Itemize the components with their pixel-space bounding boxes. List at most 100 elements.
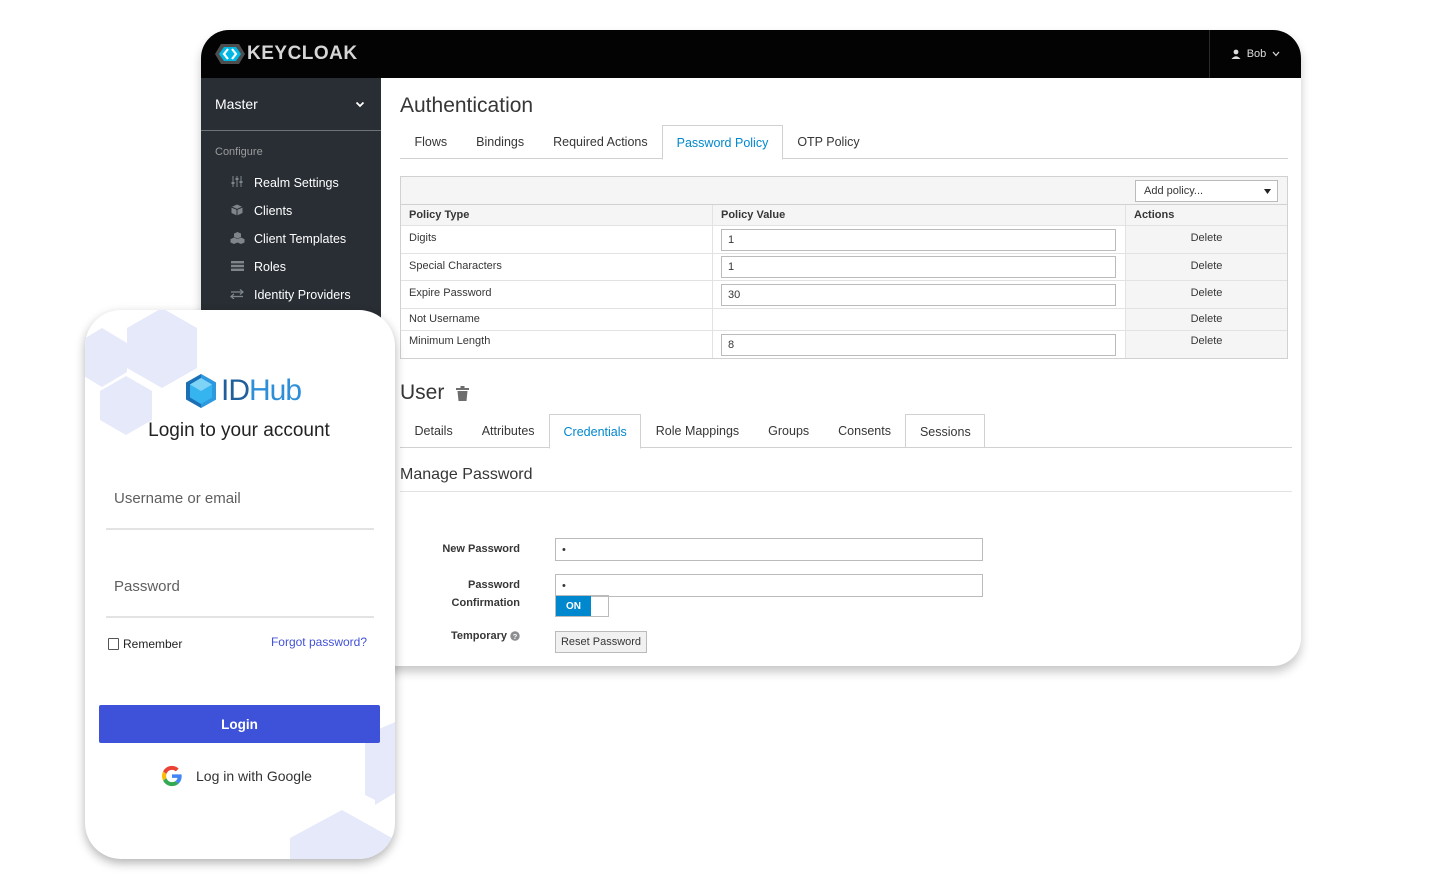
column-header-policy-type: Policy Type — [401, 205, 713, 225]
table-toolbar: Add policy... — [401, 177, 1287, 205]
tab-password-policy[interactable]: Password Policy — [662, 125, 783, 160]
table-row: Special Characters 1 Delete — [401, 254, 1287, 281]
caret-down-icon — [1264, 188, 1271, 194]
sidebar-item-label: Realm Settings — [254, 176, 339, 190]
idhub-wordmark-id: ID — [221, 374, 250, 407]
delete-button[interactable]: Delete — [1126, 281, 1287, 308]
toggle-on-label: ON — [556, 596, 591, 616]
cube-icon — [229, 204, 245, 219]
sidebar-item-roles[interactable]: Roles — [201, 253, 381, 281]
idhub-logo: IDHub — [184, 373, 302, 409]
login-heading: Login to your account — [148, 420, 330, 441]
tab-consents[interactable]: Consents — [824, 414, 906, 448]
tab-bindings[interactable]: Bindings — [462, 125, 539, 159]
sidebar-item-label: Clients — [254, 204, 293, 218]
sidebar-item-identity-providers[interactable]: Identity Providers — [201, 281, 381, 309]
svg-text:?: ? — [513, 632, 518, 641]
tab-attributes[interactable]: Attributes — [467, 414, 549, 448]
policy-type-cell: Special Characters — [401, 254, 713, 280]
column-header-actions: Actions — [1134, 209, 1175, 221]
exchange-icon — [229, 288, 245, 302]
remember-me[interactable]: Remember — [108, 637, 182, 651]
delete-button[interactable]: Delete — [1126, 254, 1287, 280]
policy-type-cell: Digits — [401, 226, 713, 253]
user-icon — [1231, 49, 1241, 59]
sidebar-item-clients[interactable]: Clients — [201, 197, 381, 225]
tab-flows[interactable]: Flows — [400, 125, 462, 159]
keycloak-logo[interactable]: KEYCLOAK — [215, 40, 358, 68]
temporary-label-group: Temporary ? — [400, 627, 520, 645]
table-row: Expire Password 30 Delete — [401, 281, 1287, 309]
reset-password-button[interactable]: Reset Password — [555, 631, 647, 653]
sliders-icon — [229, 176, 245, 190]
idhub-login-card: IDHub Login to your account Username or … — [85, 310, 395, 859]
policy-value-input[interactable]: 8 — [721, 333, 1116, 356]
trash-icon[interactable] — [456, 385, 470, 401]
user-header: User — [400, 381, 470, 405]
policy-value-cell: 1 — [713, 254, 1126, 280]
policy-value-input[interactable]: 30 — [721, 283, 1116, 306]
confirm-label-line-2: Confirmation — [451, 597, 520, 609]
username-input[interactable]: Username or email — [106, 490, 374, 530]
new-password-label: New Password — [442, 543, 520, 555]
tab-groups[interactable]: Groups — [754, 414, 824, 448]
password-input[interactable]: Password — [106, 578, 374, 618]
policy-value-input[interactable]: 1 — [721, 228, 1116, 251]
tab-required-actions[interactable]: Required Actions — [539, 125, 663, 159]
cubes-icon — [229, 231, 245, 247]
user-tabs: Details Attributes Credentials Role Mapp… — [400, 414, 1292, 449]
google-login-button[interactable]: Log in with Google — [161, 765, 312, 787]
idhub-wordmark-hub: Hub — [249, 374, 302, 407]
policy-value-cell: 1 — [713, 226, 1126, 253]
user-name: Bob — [1246, 48, 1267, 60]
sidebar-item-client-templates[interactable]: Client Templates — [201, 225, 381, 253]
tab-sessions[interactable]: Sessions — [905, 414, 986, 448]
keycloak-brand-text: KEYCLOAK — [247, 43, 358, 64]
new-password-field[interactable]: • — [555, 538, 983, 561]
delete-button[interactable]: Delete — [1126, 226, 1287, 253]
keycloak-logo-icon — [215, 44, 245, 64]
user-menu[interactable]: Bob — [1209, 30, 1301, 78]
table-row: Minimum Length 8 Delete — [401, 331, 1287, 358]
policy-type-cell: Not Username — [401, 309, 713, 330]
policy-value-input[interactable]: 1 — [721, 256, 1116, 278]
table-row: Digits 1 Delete — [401, 226, 1287, 254]
top-bar: KEYCLOAK Bob — [201, 30, 1301, 78]
idhub-wordmark: IDHub — [221, 374, 302, 408]
chevron-down-icon — [355, 101, 365, 107]
user-title: User — [400, 381, 445, 404]
temporary-label: Temporary — [450, 630, 507, 642]
table-row: Not Username Delete — [401, 309, 1287, 331]
policy-type-cell: Expire Password — [401, 281, 713, 308]
sidebar-item-realm-settings[interactable]: Realm Settings — [201, 169, 381, 197]
tab-role-mappings[interactable]: Role Mappings — [641, 414, 753, 448]
policy-value-cell — [713, 309, 1126, 330]
login-button[interactable]: Login — [99, 705, 380, 743]
tab-details[interactable]: Details — [400, 414, 467, 448]
policy-type-cell: Minimum Length — [401, 331, 713, 358]
idhub-hexagon-icon — [186, 374, 216, 408]
list-icon — [229, 260, 245, 274]
delete-button[interactable]: Delete — [1126, 309, 1287, 330]
realm-name: Master — [215, 96, 258, 112]
delete-button[interactable]: Delete — [1126, 331, 1287, 358]
password-confirmation-field[interactable]: • — [555, 574, 983, 597]
sidebar-item-label: Client Templates — [254, 232, 347, 246]
help-icon[interactable]: ? — [510, 631, 520, 641]
sidebar-item-label: Identity Providers — [254, 288, 351, 302]
add-policy-select[interactable]: Add policy... — [1135, 180, 1278, 202]
temporary-toggle[interactable]: ON — [555, 595, 609, 617]
tab-otp-policy[interactable]: OTP Policy — [783, 125, 874, 159]
forgot-password-link[interactable]: Forgot password? — [271, 635, 367, 649]
google-login-label: Log in with Google — [196, 768, 312, 784]
authentication-tabs: Flows Bindings Required Actions Password… — [400, 125, 1288, 160]
remember-label: Remember — [123, 637, 183, 651]
manage-password-title: Manage Password — [400, 466, 1292, 492]
policy-value-cell: 8 — [713, 331, 1126, 358]
page-title: Authentication — [400, 94, 534, 117]
remember-checkbox[interactable] — [108, 638, 119, 650]
realm-selector[interactable]: Master — [201, 78, 381, 131]
tab-credentials[interactable]: Credentials — [549, 414, 642, 449]
sidebar-item-label: Roles — [254, 260, 286, 274]
google-icon — [162, 765, 182, 787]
